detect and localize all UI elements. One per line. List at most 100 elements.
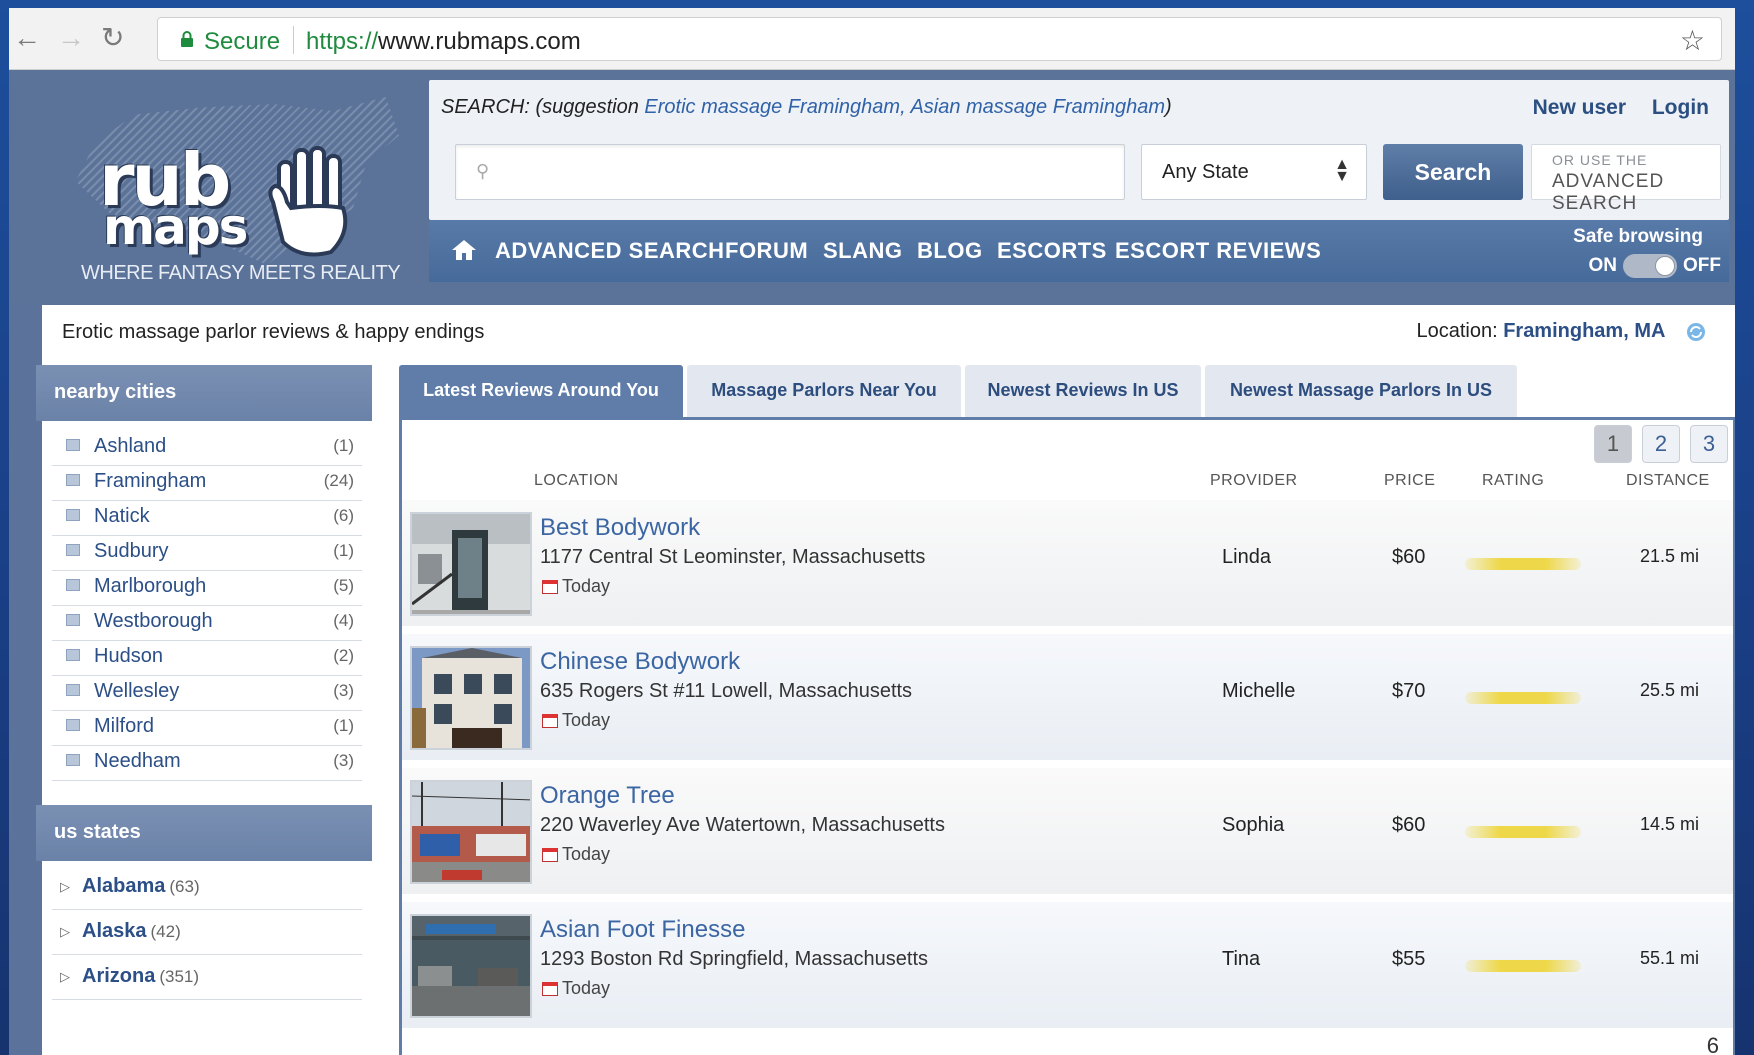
city-count: (1) [333,541,354,560]
city-item[interactable]: Milford (1) [52,707,362,746]
toggle-off-label: OFF [1683,255,1721,277]
tab-newest-reviews-us[interactable]: Newest Reviews In US [965,365,1201,417]
expand-arrow-icon[interactable]: ▷ [60,969,70,985]
refresh-location-icon[interactable] [1685,321,1707,343]
new-user-link[interactable]: New user [1533,96,1626,119]
main-nav: ADVANCED SEARCH FORUM SLANG BLOG ESCORTS… [429,220,1729,282]
advanced-search-button[interactable]: OR USE THE ADVANCED SEARCH [1531,144,1721,214]
city-item[interactable]: Wellesley (3) [52,672,362,711]
parlor-name-link[interactable]: Asian Foot Finesse [540,916,745,944]
reload-icon[interactable]: ↻ [101,24,124,52]
bookmark-star-icon[interactable]: ☆ [1680,24,1705,57]
city-item[interactable]: Ashland (1) [52,427,362,466]
parlor-photo[interactable] [410,646,532,750]
tab-massage-parlors-near[interactable]: Massage Parlors Near You [687,365,961,417]
city-name: Westborough [94,610,213,632]
state-name-text: Alaska [82,920,147,942]
city-item[interactable]: Sudbury (1) [52,532,362,571]
city-icon [66,649,80,661]
parlor-address: 220 Waverley Ave Watertown, Massachusett… [540,814,945,836]
page-button[interactable]: 1 [1594,425,1632,463]
safe-browsing-toggle[interactable] [1623,254,1677,278]
state-name-text: Alabama [82,875,166,897]
home-icon[interactable] [451,238,477,262]
city-item[interactable]: Framingham (24) [52,462,362,501]
city-item[interactable]: Westborough (4) [52,602,362,641]
city-item[interactable]: Natick (6) [52,497,362,536]
nearby-cities-header: nearby cities [36,365,372,421]
site-logo[interactable]: rub maps WHERE FANTASY MEETS REALITY [49,90,409,290]
parlor-photo[interactable] [410,914,532,1018]
advanced-search-label: ADVANCED SEARCH [1552,171,1665,214]
tab-newest-parlors-us[interactable]: Newest Massage Parlors In US [1205,365,1517,417]
expand-arrow-icon[interactable]: ▷ [60,924,70,940]
review-date: Today [562,576,611,596]
review-date: Today [562,710,611,730]
page-button[interactable]: 3 [1690,425,1728,463]
expand-arrow-icon[interactable]: ▷ [60,879,70,895]
calendar-icon [542,848,558,862]
tab-latest-reviews[interactable]: Latest Reviews Around You [399,365,683,417]
nav-advanced-search[interactable]: ADVANCED SEARCH [495,238,725,264]
city-name: Ashland [94,435,167,457]
state-item[interactable]: ▷ Alaska (42) [52,910,362,955]
parlor-address: 1293 Boston Rd Springfield, Massachusett… [540,948,928,970]
nav-forum[interactable]: FORUM [725,238,808,264]
search-suggestion-prefix: SEARCH: (suggestion [441,96,645,118]
search-input[interactable]: ⚲ [455,144,1125,200]
back-arrow-icon[interactable]: ← [13,24,41,52]
state-name: Arizona (351) [82,965,199,988]
city-item[interactable]: Needham (3) [52,742,362,781]
storefront-image [412,648,530,748]
city-item[interactable]: Hudson (2) [52,637,362,676]
page-tagline: Erotic massage parlor reviews & happy en… [62,321,485,343]
provider-name: Tina [1222,948,1261,970]
login-link[interactable]: Login [1652,96,1709,119]
column-header-price: PRICE [1384,472,1436,489]
nav-escorts[interactable]: ESCORTS [997,238,1107,264]
table-row[interactable]: Orange Tree 220 Waverley Ave Watertown, … [402,768,1733,898]
state-item[interactable]: ▷ Arizona (351) [52,955,362,1000]
price: $70 [1392,680,1426,702]
search-suggestion-link[interactable]: Erotic massage Framingham, Asian massage… [644,96,1165,118]
state-select[interactable]: Any State ▲ ▼ [1141,144,1367,200]
city-icon [66,719,80,731]
city-icon [66,509,80,521]
nav-slang[interactable]: SLANG [823,238,903,264]
location-value[interactable]: Framingham, MA [1503,320,1665,342]
column-header-distance: DISTANCE [1626,472,1710,489]
omnibox-divider [293,26,294,54]
review-date: Today [562,978,611,998]
provider-name: Linda [1222,546,1271,568]
search-suggestion-suffix: ) [1165,96,1172,118]
parlor-photo[interactable] [410,780,532,884]
nav-blog[interactable]: BLOG [917,238,983,264]
us-states-header: us states [36,805,372,861]
page-button[interactable]: 2 [1642,425,1680,463]
address-bar[interactable]: Secure https://www.rubmaps.com ☆ [157,17,1722,61]
search-button[interactable]: Search [1383,144,1523,200]
column-header-rating: RATING [1482,472,1545,489]
city-icon [66,474,80,486]
state-item[interactable]: ▷ Alabama (63) [52,865,362,910]
nav-escort-reviews[interactable]: ESCORT REVIEWS [1115,238,1321,264]
logo-word-maps: maps [103,198,248,256]
parlor-name-link[interactable]: Best Bodywork [540,514,700,542]
forward-arrow-icon[interactable]: → [57,24,85,52]
price: $55 [1392,948,1426,970]
city-count: (3) [333,681,354,700]
rating-bar [1465,826,1581,838]
city-item[interactable]: Marlborough (5) [52,567,362,606]
price: $60 [1392,546,1426,568]
parlor-name-link[interactable]: Chinese Bodywork [540,648,740,676]
table-row[interactable]: Best Bodywork 1177 Central St Leominster… [402,500,1733,630]
table-row[interactable]: Asian Foot Finesse 1293 Boston Rd Spring… [402,902,1733,1032]
table-row[interactable]: Chinese Bodywork 635 Rogers St #11 Lowel… [402,634,1733,764]
parlor-name-link[interactable]: Orange Tree [540,782,675,810]
distance: 14.5 mi [1639,814,1699,834]
url-text[interactable]: https://www.rubmaps.com [306,28,581,56]
city-name: Framingham [94,470,207,492]
slide-number: 6 [1706,1033,1719,1055]
slide-frame: ← → ↻ Secure https://www.rubmaps.com ☆ r… [9,8,1735,1055]
parlor-photo[interactable] [410,512,532,616]
